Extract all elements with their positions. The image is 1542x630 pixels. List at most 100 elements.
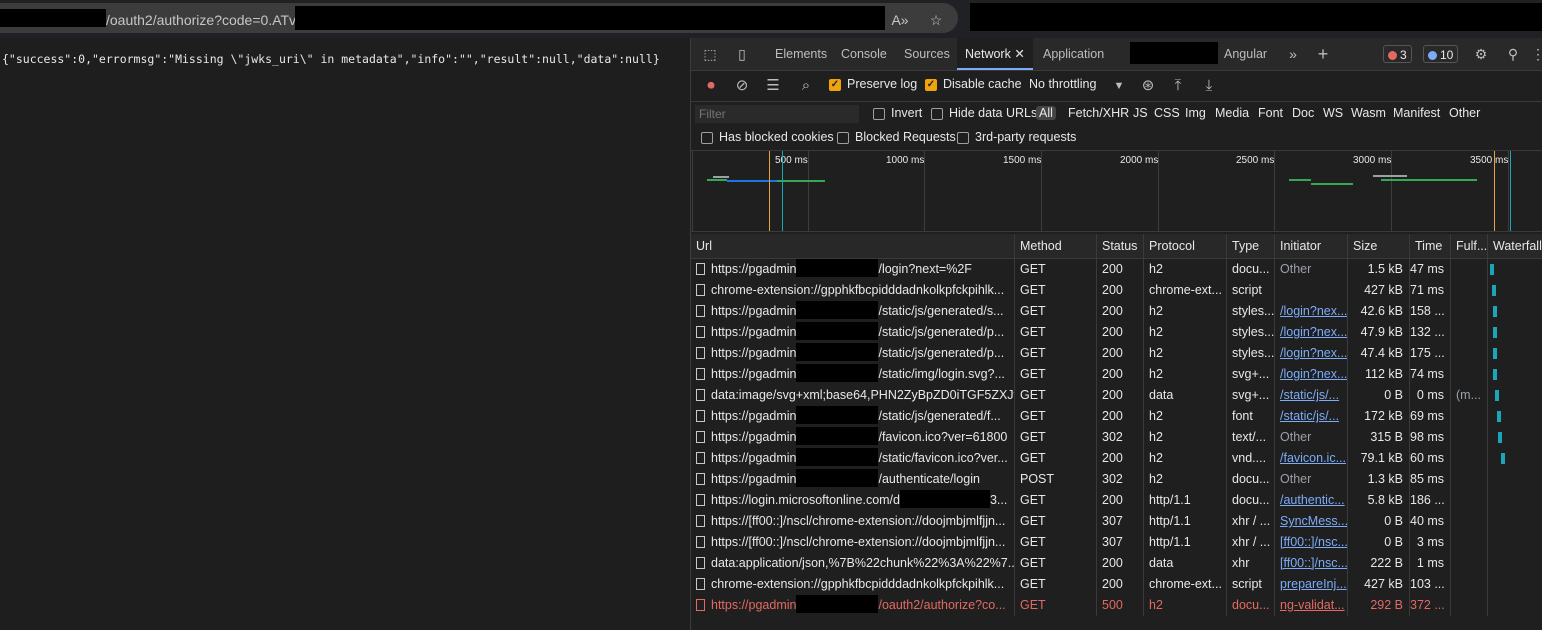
initiator-text[interactable]: [ff00::]/nsc... [1280, 535, 1347, 549]
network-overview[interactable]: 500 ms 1000 ms 1500 ms 2000 ms 2500 ms 3… [691, 151, 1542, 232]
network-conditions-icon[interactable]: ⊛ [1138, 77, 1158, 95]
blocked-requests-checkbox[interactable] [837, 132, 849, 144]
close-tab-icon[interactable]: ✕ [1014, 47, 1024, 61]
file-icon [696, 305, 705, 317]
filter-row: Invert Hide data URLs All Fetch/XHR JS C… [691, 102, 1542, 126]
column-type[interactable]: Type [1226, 234, 1274, 258]
filter-type-all[interactable]: All [1036, 106, 1056, 120]
info-badge[interactable]: 10 [1423, 45, 1459, 63]
filter-type-js[interactable]: JS [1133, 106, 1148, 120]
cell-type: svg+... [1226, 385, 1274, 406]
filter-type-doc[interactable]: Doc [1292, 106, 1314, 120]
initiator-text[interactable]: /static/js/... [1280, 409, 1339, 423]
filter-input[interactable] [695, 105, 859, 123]
filter-type-font[interactable]: Font [1258, 106, 1283, 120]
tab-application[interactable]: Application [1043, 38, 1104, 70]
table-row[interactable]: https://pgadmin/authenticate/login POST 30… [691, 469, 1542, 490]
throttling-select[interactable]: No throttling [1029, 77, 1096, 91]
search-icon[interactable]: ⌕ [796, 77, 816, 95]
filter-type-manifest[interactable]: Manifest [1393, 106, 1440, 120]
url-box[interactable]: /oauth2/authorize?code=0.ATv A» ☆ [0, 3, 958, 33]
filter-type-fetch-xhr[interactable]: Fetch/XHR [1068, 106, 1129, 120]
filter-icon[interactable]: ☰ [763, 77, 783, 95]
table-row[interactable]: https://pgadmin/static/js/generated/p...… [691, 322, 1542, 343]
tab-angular[interactable]: Angular [1224, 38, 1267, 70]
column-method[interactable]: Method [1014, 234, 1096, 258]
table-row[interactable]: https://[ff00::]/nscl/chrome-extension:/… [691, 532, 1542, 553]
clear-icon[interactable]: ⊘ [732, 77, 752, 95]
export-har-icon[interactable]: ⤓ [1199, 77, 1219, 95]
tab-sources[interactable]: Sources [904, 38, 950, 70]
invert-checkbox[interactable] [873, 108, 885, 120]
cell-url: https://pgadmin/oauth2/authorize?co... [691, 595, 1014, 616]
column-time[interactable]: Time [1409, 234, 1450, 258]
filter-type-css[interactable]: CSS [1154, 106, 1180, 120]
column-url[interactable]: Url [691, 234, 1014, 258]
table-row[interactable]: https://pgadmin/login?next=%2F GET 200 h2 do… [691, 259, 1542, 280]
filter-type-img[interactable]: Img [1185, 106, 1206, 120]
import-har-icon[interactable]: ⤒ [1168, 77, 1188, 95]
filter-type-other[interactable]: Other [1449, 106, 1480, 120]
add-tab-icon[interactable]: + [1314, 45, 1332, 63]
initiator-text[interactable]: /favicon.ic... [1280, 451, 1346, 465]
initiator-text[interactable]: /login?nex... [1280, 346, 1347, 360]
table-row[interactable]: chrome-extension://gpphkfbcpidddadnkolkp… [691, 280, 1542, 301]
filter-type-wasm[interactable]: Wasm [1351, 106, 1386, 120]
column-initiator[interactable]: Initiator [1274, 234, 1347, 258]
filter-type-ws[interactable]: WS [1323, 106, 1343, 120]
reader-mode-icon[interactable]: A» [889, 10, 911, 30]
table-row[interactable]: https://pgadmin/static/img/login.svg?...… [691, 364, 1542, 385]
initiator-text[interactable]: /static/js/... [1280, 388, 1339, 402]
initiator-text[interactable]: /login?nex... [1280, 325, 1347, 339]
record-stop-icon[interactable]: ⏺ [701, 77, 721, 95]
preserve-log-checkbox[interactable]: ✓ [829, 79, 841, 91]
cell-type: docu... [1226, 490, 1274, 511]
column-fulfilled[interactable]: Fulf... [1450, 234, 1487, 258]
table-row[interactable]: https://pgadmin/static/js/generated/p...… [691, 343, 1542, 364]
url-text[interactable]: /oauth2/authorize?code=0.ATv [106, 12, 296, 28]
more-tabs-icon[interactable]: » [1284, 46, 1302, 62]
initiator-text[interactable]: [ff00::]/nsc... [1280, 556, 1347, 570]
column-status[interactable]: Status [1096, 234, 1143, 258]
table-row[interactable]: https://[ff00::]/nscl/chrome-extension:/… [691, 511, 1542, 532]
add-favorite-icon[interactable]: ☆ [925, 10, 947, 30]
url-text: https://pgadmin [711, 367, 797, 381]
hide-data-urls-checkbox[interactable] [931, 108, 943, 120]
inspect-element-icon[interactable]: ⬚ [701, 46, 719, 62]
settings-gear-icon[interactable]: ⚙ [1472, 46, 1490, 62]
initiator-text[interactable]: /login?nex... [1280, 367, 1347, 381]
initiator-text[interactable]: /authentic... [1280, 493, 1345, 507]
initiator-text[interactable]: prepareInj... [1280, 577, 1347, 591]
column-waterfall[interactable]: Waterfall [1487, 234, 1542, 258]
disable-cache-checkbox[interactable]: ✓ [925, 79, 937, 91]
method-text: GET [1020, 514, 1046, 528]
has-blocked-cookies-checkbox[interactable] [701, 132, 713, 144]
initiator-text[interactable]: SyncMess... [1280, 514, 1347, 528]
size-text: 315 B [1370, 430, 1403, 444]
device-toolbar-icon[interactable]: ▯ [733, 46, 751, 62]
table-row[interactable]: https://pgadmin/favicon.ico?ver=61800 GET… [691, 427, 1542, 448]
table-row[interactable]: https://login.microsoftonline.com/d 3... G… [691, 490, 1542, 511]
tab-network[interactable]: Network ✕ [957, 38, 1033, 70]
customize-icon[interactable]: ⚲ [1504, 46, 1522, 62]
initiator-text[interactable]: /login?nex... [1280, 304, 1347, 318]
type-text: xhr / ... [1232, 514, 1271, 528]
cell-method: GET [1014, 280, 1096, 301]
column-protocol[interactable]: Protocol [1143, 234, 1226, 258]
table-row[interactable]: data:application/json,%7B%22chunk%22%3A%… [691, 553, 1542, 574]
filter-type-media[interactable]: Media [1215, 106, 1249, 120]
column-size[interactable]: Size [1347, 234, 1409, 258]
table-row[interactable]: https://pgadmin/static/favicon.ico?ver..… [691, 448, 1542, 469]
errors-badge[interactable]: 3 [1383, 45, 1412, 63]
table-row[interactable]: https://pgadmin/static/js/generated/f...… [691, 406, 1542, 427]
table-row[interactable]: data:image/svg+xml;base64,PHN2ZyBpZD0iTG… [691, 385, 1542, 406]
table-row[interactable]: https://pgadmin/oauth2/authorize?co... GE… [691, 595, 1542, 616]
table-row[interactable]: chrome-extension://gpphkfbcpidddadnkolkp… [691, 574, 1542, 595]
tab-console[interactable]: Console [841, 38, 887, 70]
third-party-checkbox[interactable] [957, 132, 969, 144]
chevron-down-icon[interactable]: ▼ [1109, 77, 1129, 95]
more-options-icon[interactable]: ⋮ [1529, 46, 1542, 62]
table-row[interactable]: https://pgadmin/static/js/generated/s...… [691, 301, 1542, 322]
tab-elements[interactable]: Elements [775, 38, 827, 70]
initiator-text[interactable]: ng-validat... [1280, 598, 1345, 612]
